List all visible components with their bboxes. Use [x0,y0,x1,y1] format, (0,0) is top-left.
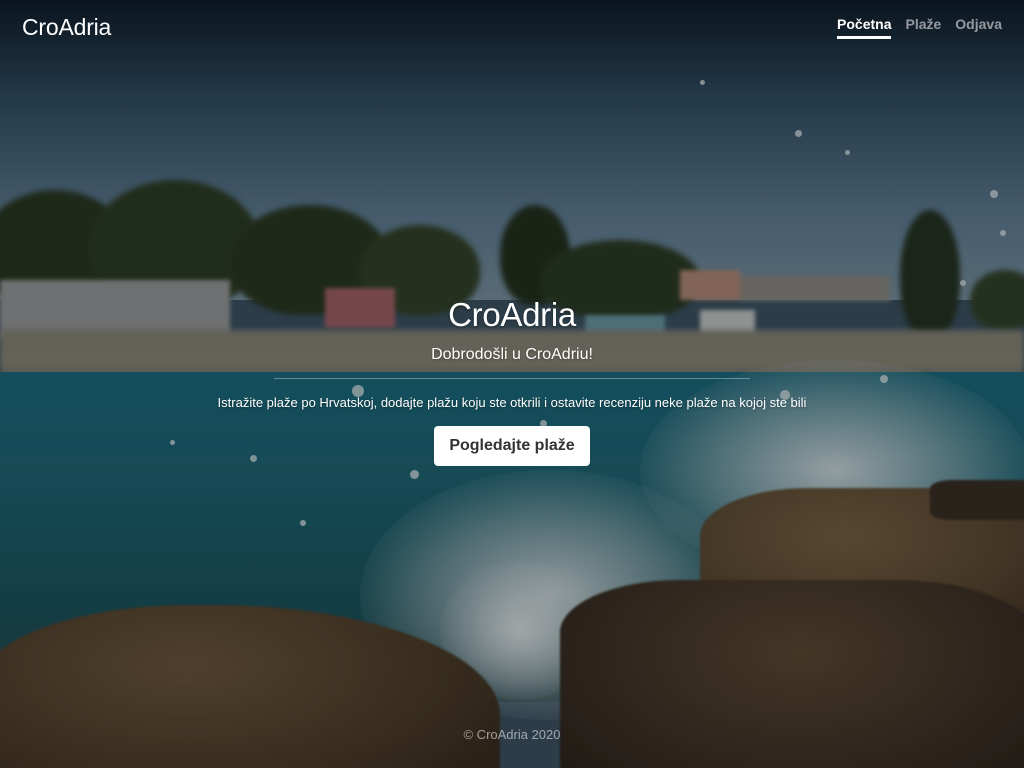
hero-subtitle: Dobrodošli u CroAdriu! [431,346,593,363]
footer-copyright: © CroAdria 2020 [463,727,561,742]
hero-title: CroAdria [448,296,576,333]
navbar: CroAdria Početna Plaže Odjava [0,0,1024,56]
nav-link-plaze[interactable]: Plaže [905,16,941,39]
nav-links: Početna Plaže Odjava [837,16,1002,39]
view-beaches-button[interactable]: Pogledajte plaže [434,426,590,466]
brand-logo-link[interactable]: CroAdria [22,14,111,41]
hero-description: Istražite plaže po Hrvatskoj, dodajte pl… [217,395,807,410]
nav-link-pocetna[interactable]: Početna [837,16,892,39]
nav-link-odjava[interactable]: Odjava [955,16,1002,39]
hero-section: CroAdria Dobrodošli u CroAdriu! Istražit… [0,296,1024,466]
page: CroAdria Početna Plaže Odjava CroAdria D… [0,0,1024,768]
hero-divider [274,378,750,379]
